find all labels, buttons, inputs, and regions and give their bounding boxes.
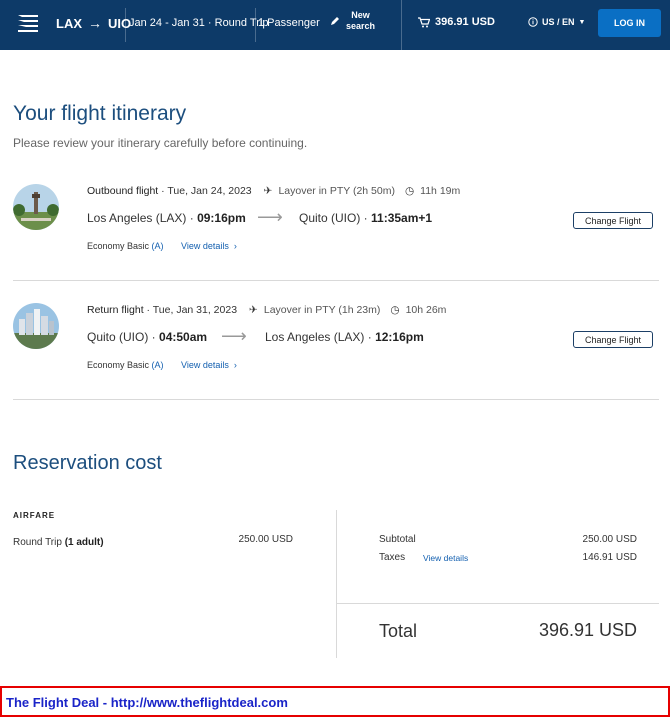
chevron-right-icon: ›	[231, 241, 237, 251]
destination-code: UIO	[108, 15, 132, 31]
layover-info: Layover in PTY (2h 50m)	[278, 185, 395, 197]
view-details-link[interactable]: View details ›	[181, 241, 237, 251]
total-label: Total	[379, 621, 418, 641]
subtotal-amount: 250.00 USD	[582, 534, 637, 545]
arrival: Los Angeles (LAX) · 12:16pm	[265, 330, 424, 344]
cart-icon	[418, 16, 430, 27]
view-details-link[interactable]: View details ›	[181, 360, 237, 370]
watermark-banner: The Flight Deal - http://www.theflightde…	[0, 686, 670, 717]
cost-divider-horizontal	[337, 603, 659, 604]
page-title: Your flight itinerary	[13, 102, 187, 125]
divider	[125, 8, 126, 42]
duration: 11h 19m	[420, 185, 461, 197]
plane-icon: ✈	[263, 185, 273, 197]
airline-logo-icon[interactable]	[16, 11, 40, 35]
flight-date: Tue, Jan 24, 2023	[167, 185, 252, 197]
total-amount: 396.91 USD	[538, 620, 637, 640]
fare-passengers: (1 adult)	[64, 537, 104, 548]
subtotal-label: Subtotal	[379, 534, 416, 545]
route-summary[interactable]: LAX → UIO	[56, 15, 131, 31]
cost-divider-vertical	[336, 510, 337, 658]
flight-date: Tue, Jan 31, 2023	[152, 304, 238, 316]
change-flight-button[interactable]: Change Flight	[573, 331, 653, 348]
return-flight-card: Return flight · Tue, Jan 31, 2023 ✈ Layo…	[13, 282, 659, 400]
taxes-view-details-link[interactable]: View details	[423, 553, 468, 563]
chevron-down-icon: ▼	[578, 18, 586, 26]
passenger-count[interactable]: 1 Passenger	[258, 17, 320, 29]
pencil-icon	[331, 17, 339, 25]
airfare-heading: AIRFARE	[13, 511, 56, 520]
quito-thumbnail	[13, 303, 59, 349]
clock-icon: ◷	[390, 304, 400, 316]
divider	[255, 8, 256, 42]
reservation-cost-title: Reservation cost	[13, 452, 162, 474]
divider	[401, 0, 402, 50]
locale-label: US / EN	[542, 17, 575, 27]
clock-icon: ◷	[404, 185, 415, 197]
change-flight-button[interactable]: Change Flight	[573, 212, 653, 229]
departure: Quito (UIO) · 04:50am	[87, 330, 208, 344]
new-search-label-1: New	[351, 10, 370, 20]
page-subtitle: Please review your itinerary carefully b…	[13, 136, 308, 150]
long-arrow-right-icon: ⟶	[221, 326, 247, 346]
top-nav-bar: LAX → UIO Jan 24 - Jan 31 · Round Trip 1…	[0, 0, 670, 50]
taxes-label: Taxes	[379, 552, 406, 563]
cart-button[interactable]: 396.91 USD	[418, 16, 495, 28]
flight-route: Los Angeles (LAX) · 09:16pm ⟶ Quito (UIO…	[87, 207, 432, 227]
cart-total: 396.91 USD	[435, 16, 495, 28]
outbound-flight-card: Outbound flight · Tue, Jan 24, 2023 ✈ La…	[13, 163, 659, 281]
fare-class: Economy Basic	[87, 360, 150, 370]
fare-class: Economy Basic	[87, 241, 150, 251]
flight-label: Return flight	[87, 304, 144, 316]
flight-summary-line: Outbound flight · Tue, Jan 24, 2023 ✈ La…	[87, 185, 461, 197]
fare-label: Round Trip	[13, 537, 62, 548]
arrival: Quito (UIO) · 11:35am+1	[299, 211, 433, 225]
new-search-label-2: search	[346, 21, 376, 31]
right-arrow-icon: →	[88, 15, 102, 31]
fare-class-line: Economy Basic (A) View details ›	[87, 241, 237, 251]
fare-line: Round Trip (1 adult)	[13, 537, 104, 548]
info-circle-icon	[528, 17, 538, 27]
los-angeles-thumbnail	[13, 184, 59, 230]
departure: Los Angeles (LAX) · 09:16pm	[87, 211, 246, 225]
fare-class-line: Economy Basic (A) View details ›	[87, 360, 237, 370]
flight-label: Outbound flight	[87, 185, 159, 197]
chevron-right-icon: ›	[231, 360, 237, 370]
taxes-amount: 146.91 USD	[582, 552, 637, 563]
fare-amount: 250.00 USD	[238, 534, 293, 545]
flight-summary-line: Return flight · Tue, Jan 31, 2023 ✈ Layo…	[87, 304, 447, 316]
banner-text: The Flight Deal - http://www.theflightde…	[6, 695, 288, 710]
locale-selector[interactable]: US / EN ▼	[528, 17, 585, 27]
flight-route: Quito (UIO) · 04:50am ⟶ Los Angeles (LAX…	[87, 326, 424, 346]
plane-icon: ✈	[249, 304, 258, 316]
new-search-button[interactable]: New search	[330, 10, 375, 32]
layover-info: Layover in PTY (1h 23m)	[263, 304, 381, 316]
trip-dates[interactable]: Jan 24 - Jan 31 · Round Trip	[129, 17, 268, 29]
long-arrow-right-icon: ⟶	[257, 207, 283, 227]
fare-code: (A)	[151, 360, 164, 370]
duration: 10h 26m	[405, 304, 447, 316]
login-button[interactable]: LOG IN	[598, 9, 661, 37]
origin-code: LAX	[56, 15, 82, 31]
fare-code: (A)	[151, 241, 164, 251]
